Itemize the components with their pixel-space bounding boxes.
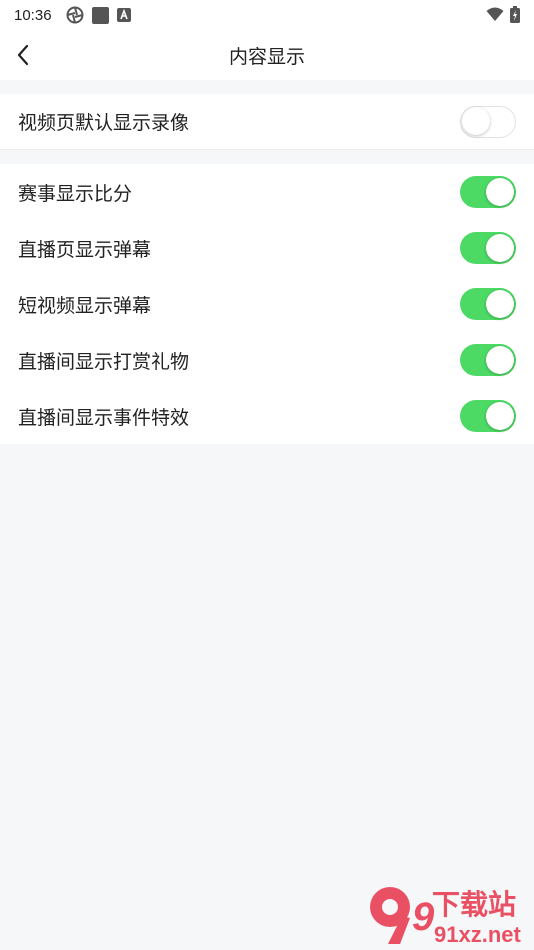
toggle-knob bbox=[486, 346, 514, 374]
toggle-knob bbox=[486, 234, 514, 262]
a-box-icon bbox=[116, 8, 131, 22]
setting-row-short-video-danmaku: 短视频显示弹幕 bbox=[0, 276, 534, 332]
toggle-knob bbox=[486, 402, 514, 430]
status-time: 10:36 bbox=[14, 6, 52, 24]
toggle-switch-gift-display[interactable] bbox=[460, 344, 516, 376]
setting-label: 直播间显示打赏礼物 bbox=[18, 350, 190, 373]
setting-row-event-effects: 直播间显示事件特效 bbox=[0, 388, 534, 444]
setting-label: 视频页默认显示录像 bbox=[18, 112, 190, 134]
setting-row-live-danmaku: 直播页显示弹幕 bbox=[0, 220, 534, 276]
header: 内容显示 bbox=[0, 30, 534, 80]
aperture-icon bbox=[66, 6, 84, 24]
battery-charging-icon bbox=[510, 6, 520, 23]
watermark-logo: 9 下载站 91xz.net bbox=[370, 887, 521, 947]
setting-row-match-score: 赛事显示比分 bbox=[0, 164, 534, 220]
watermark-brand: 下载站 bbox=[432, 888, 516, 921]
toggle-knob bbox=[486, 290, 514, 318]
toggle-switch-short-video-danmaku[interactable] bbox=[460, 288, 516, 320]
square-icon bbox=[91, 6, 109, 24]
setting-label: 直播间显示事件特效 bbox=[18, 406, 190, 429]
watermark-domain: 91xz.net bbox=[434, 922, 521, 947]
setting-label: 赛事显示比分 bbox=[18, 182, 133, 205]
toggle-switch-default-replay[interactable] bbox=[460, 105, 516, 138]
setting-row-gift-display: 直播间显示打赏礼物 bbox=[0, 332, 534, 388]
back-arrow-icon[interactable] bbox=[12, 42, 38, 68]
wifi-icon bbox=[486, 7, 504, 21]
settings-group-playback: 视频页默认显示录像 bbox=[0, 94, 534, 150]
page-title: 内容显示 bbox=[228, 45, 305, 68]
toggle-knob bbox=[486, 178, 514, 206]
toggle-switch-match-score[interactable] bbox=[460, 176, 516, 208]
toggle-switch-live-danmaku[interactable] bbox=[460, 232, 516, 264]
setting-label: 直播页显示弹幕 bbox=[18, 238, 152, 261]
settings-group-display: 赛事显示比分 直播页显示弹幕 短视频显示弹幕 直播间显示打赏礼物 直播间显示事件… bbox=[0, 164, 534, 444]
setting-label: 短视频显示弹幕 bbox=[18, 294, 152, 317]
toggle-switch-event-effects[interactable] bbox=[460, 400, 516, 432]
status-bar: 10:36 bbox=[0, 0, 534, 30]
toggle-knob bbox=[462, 107, 490, 135]
setting-row-default-replay: 视频页默认显示录像 bbox=[0, 94, 534, 150]
